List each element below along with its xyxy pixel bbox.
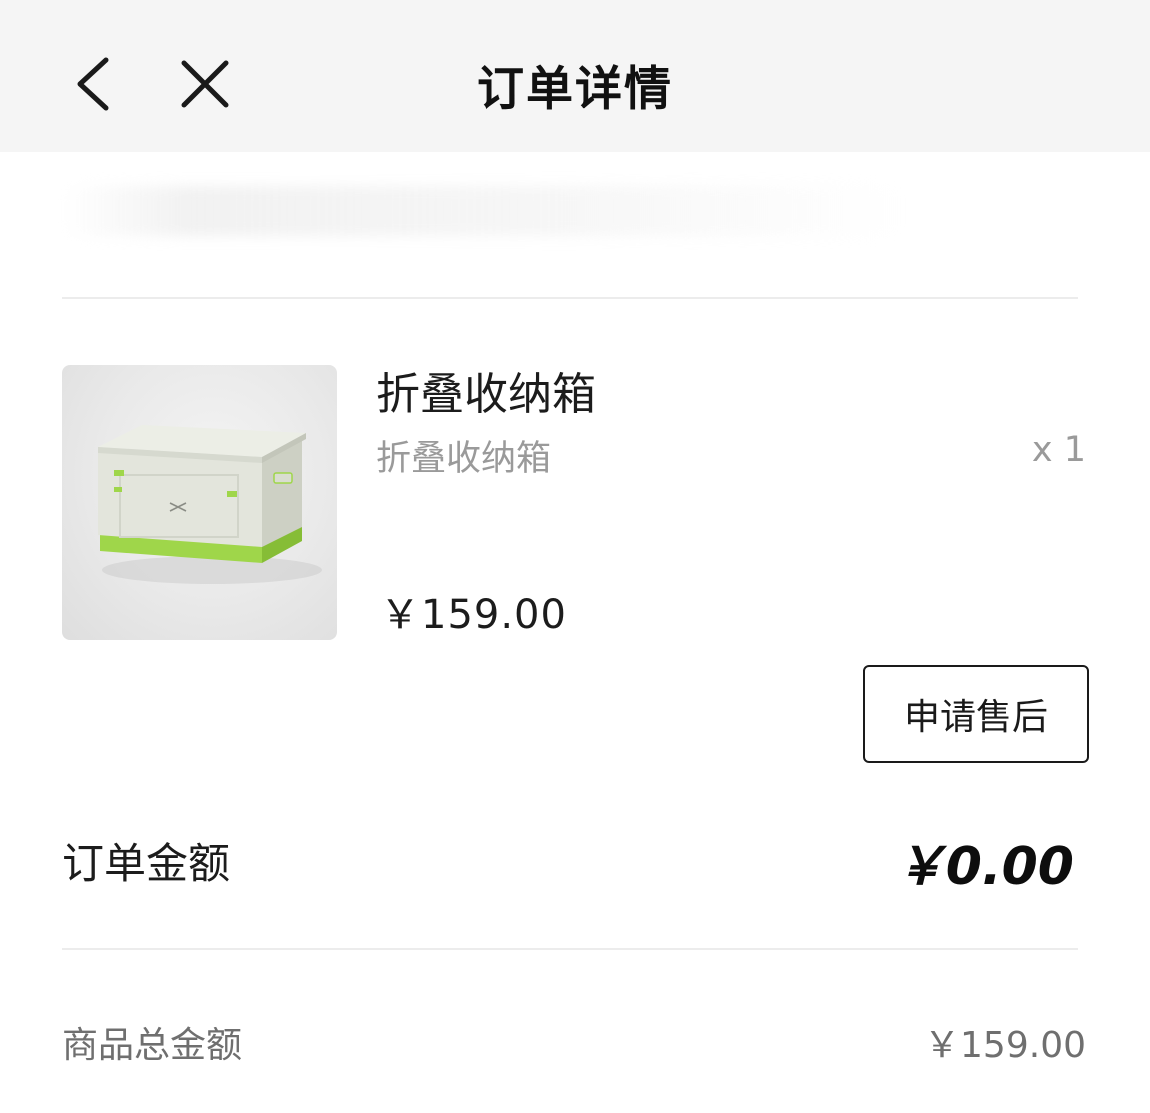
order-amount-value: ￥0.00 [893, 837, 1074, 897]
section-divider [62, 297, 1078, 299]
product-name: 折叠收纳箱 [376, 369, 596, 420]
storage-box-illustration [98, 425, 322, 584]
goods-total-value: ￥159.00 [924, 1025, 1086, 1066]
section-divider [62, 948, 1078, 950]
goods-total-label: 商品总金额 [62, 1025, 243, 1066]
apply-after-sale-button[interactable]: 申请售后 [863, 665, 1089, 763]
top-navigation-bar: 订单详情 [0, 0, 1150, 152]
product-image[interactable] [62, 365, 337, 640]
product-quantity: x 1 [1031, 430, 1086, 470]
blurred-address-info [62, 186, 902, 236]
product-spec: 折叠收纳箱 [376, 439, 552, 479]
product-price: ￥159.00 [380, 592, 567, 638]
order-amount-label: 订单金额 [62, 839, 231, 888]
page-title: 订单详情 [477, 62, 673, 117]
